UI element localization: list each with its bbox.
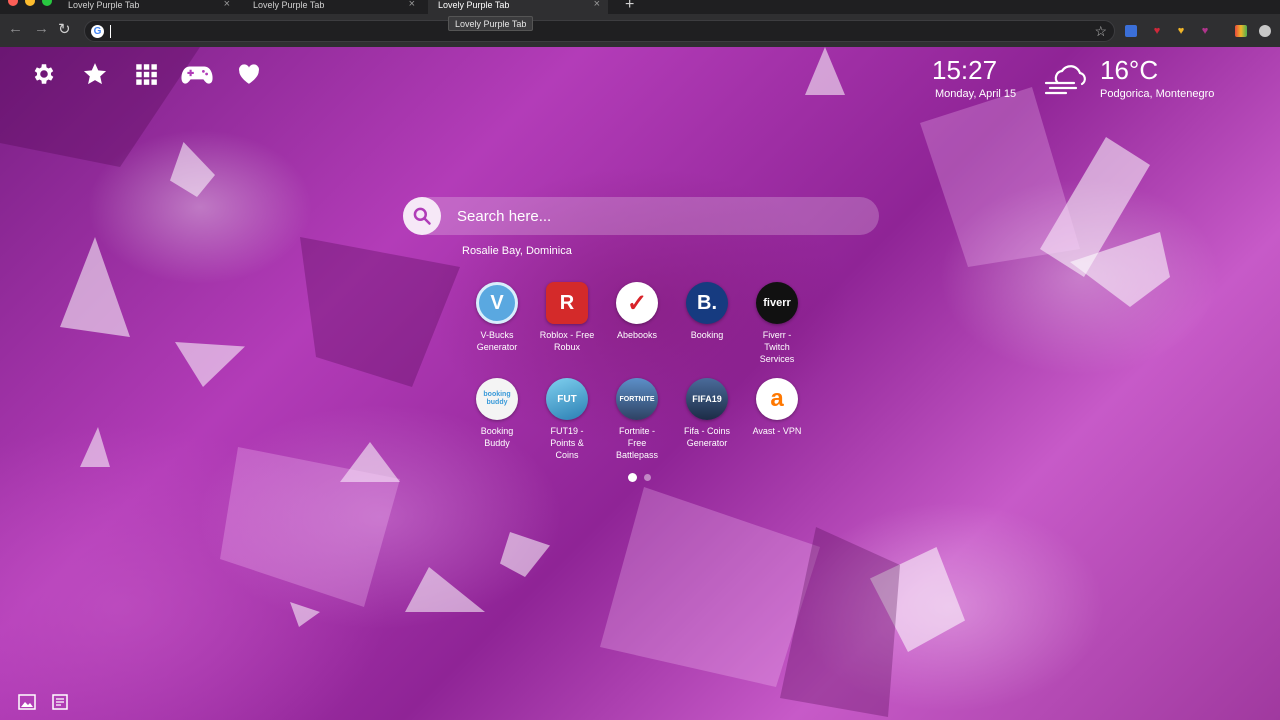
text-caret — [110, 25, 111, 38]
minimize-window-button[interactable] — [25, 0, 35, 6]
page-dot-active[interactable] — [628, 473, 637, 482]
browser-toolbar: ← → ↻ G ☆ ♥ ♥ ♥ — [0, 14, 1280, 47]
clock-date: Monday, April 15 — [935, 88, 1017, 100]
star-icon[interactable] — [82, 61, 108, 87]
abebooks-icon: ✓ — [616, 282, 658, 324]
tab-tooltip: Lovely Purple Tab — [448, 16, 534, 31]
tile-label: Fiverr - Twitch Services — [759, 330, 795, 364]
search-bar[interactable]: Search here... — [403, 197, 879, 235]
tab-1[interactable]: Lovely Purple Tab × — [58, 0, 238, 14]
address-bar[interactable]: G ☆ — [84, 20, 1115, 42]
profile-avatar[interactable] — [1259, 25, 1271, 37]
fiverr-icon: fiverr — [756, 282, 798, 324]
tab-strip: Lovely Purple Tab × Lovely Purple Tab × … — [0, 0, 1280, 14]
crystal-facet — [405, 567, 485, 612]
extension-icon[interactable] — [1235, 25, 1247, 37]
clock-time: 15:27 — [932, 55, 998, 85]
cloud-wind-icon — [1044, 61, 1092, 97]
tab-close-icon[interactable]: × — [224, 0, 230, 10]
image-icon[interactable] — [18, 693, 36, 711]
weather-temperature: 16°C — [1100, 55, 1159, 85]
tile-label: Abebooks — [616, 330, 658, 340]
bookmark-star-icon[interactable]: ☆ — [1094, 23, 1107, 40]
booking-icon: B. — [686, 282, 728, 324]
crystal-facet — [80, 427, 110, 467]
avast-icon: a — [756, 378, 798, 420]
tile-booking-buddy[interactable]: booking buddy Booking Buddy — [469, 378, 525, 449]
new-tab-button[interactable]: + — [625, 0, 634, 14]
crystal-facet — [500, 532, 550, 577]
fortnite-icon: FORTNITE — [616, 378, 658, 420]
tile-booking[interactable]: B. Booking — [679, 282, 735, 341]
tile-label: Avast - VPN — [752, 426, 802, 436]
roblox-icon: R — [546, 282, 588, 324]
back-arrow-icon[interactable]: ← — [8, 20, 23, 37]
tile-label: FUT19 - Points & Coins — [550, 426, 584, 460]
new-tab-page: 15:27 Monday, April 15 16°C Podgorica, M… — [0, 47, 1280, 720]
reload-icon[interactable]: ↻ — [58, 20, 71, 38]
maximize-window-button[interactable] — [42, 0, 52, 6]
search-icon — [413, 207, 431, 225]
tab-2[interactable]: Lovely Purple Tab × — [243, 0, 423, 14]
search-button[interactable] — [403, 197, 441, 235]
fifa-icon: FIFA19 — [686, 378, 728, 420]
crystal-facet — [170, 142, 215, 197]
tile-fiverr[interactable]: fiverr Fiverr - Twitch Services — [749, 282, 805, 365]
tab-close-icon[interactable]: × — [594, 0, 600, 10]
crystal-facet — [805, 47, 845, 95]
vbucks-icon: V — [476, 282, 518, 324]
tile-label: Fortnite - Free Battlepass — [615, 426, 659, 460]
extension-heart-icon[interactable]: ♥ — [1151, 25, 1163, 37]
tab-close-icon[interactable]: × — [409, 0, 415, 10]
search-input[interactable]: Search here... — [457, 208, 551, 225]
weather-location: Podgorica, Montenegro — [1100, 88, 1215, 100]
google-icon: G — [91, 25, 104, 38]
crystal-facet — [175, 342, 245, 387]
gear-icon[interactable] — [31, 61, 57, 87]
crystal-facet — [60, 237, 130, 337]
extension-heart-icon[interactable]: ♥ — [1175, 25, 1187, 37]
tab-title: Lovely Purple Tab — [68, 0, 140, 10]
tile-roblox[interactable]: R Roblox - Free Robux — [539, 282, 595, 353]
tab-3-active[interactable]: Lovely Purple Tab × — [428, 0, 608, 14]
notes-icon[interactable] — [51, 693, 69, 711]
tile-vbucks[interactable]: V V-Bucks Generator — [469, 282, 525, 353]
tile-fortnite[interactable]: FORTNITE Fortnite - Free Battlepass — [609, 378, 665, 461]
tile-label: Booking — [690, 330, 724, 340]
tab-title: Lovely Purple Tab — [253, 0, 325, 10]
crystal-facet — [290, 602, 320, 627]
crystal-facet — [600, 487, 820, 687]
apps-grid-icon[interactable] — [133, 61, 159, 87]
tile-label: Fifa - Coins Generator — [683, 426, 730, 448]
tile-fifa[interactable]: FIFA19 Fifa - Coins Generator — [679, 378, 735, 449]
gamepad-icon[interactable] — [181, 61, 213, 87]
page-dot[interactable] — [644, 474, 651, 481]
crystal-facet — [920, 87, 1080, 267]
crystal-facet — [300, 237, 460, 387]
fut19-icon: FUT — [546, 378, 588, 420]
wallpaper-location: Rosalie Bay, Dominica — [462, 245, 572, 257]
tile-avast[interactable]: a Avast - VPN — [749, 378, 805, 437]
extension-icon[interactable] — [1125, 25, 1137, 37]
forward-arrow-icon[interactable]: → — [34, 20, 49, 37]
tile-label: V-Bucks Generator — [476, 330, 518, 352]
tile-fut19[interactable]: FUT FUT19 - Points & Coins — [539, 378, 595, 461]
close-window-button[interactable] — [8, 0, 18, 6]
tile-label: Booking Buddy — [480, 426, 514, 448]
tile-label: Roblox - Free Robux — [539, 330, 595, 352]
heart-icon[interactable] — [236, 61, 262, 87]
tile-abebooks[interactable]: ✓ Abebooks — [609, 282, 665, 341]
booking-buddy-icon: booking buddy — [476, 378, 518, 420]
extension-heart-icon[interactable]: ♥ — [1199, 25, 1211, 37]
tab-title: Lovely Purple Tab — [438, 0, 510, 10]
